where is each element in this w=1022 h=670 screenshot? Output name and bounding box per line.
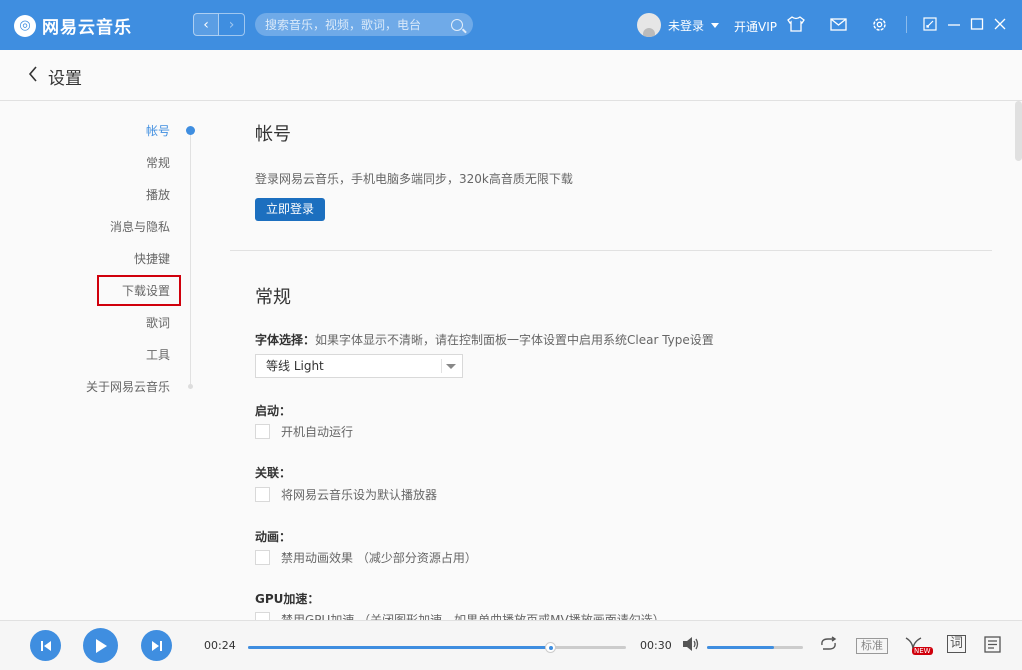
playlist-icon[interactable] — [984, 636, 1001, 657]
player-bar: 00:24 00:30 标准 NEW 词 — [0, 620, 1022, 670]
sidebar-track — [190, 131, 191, 389]
repeat-icon[interactable] — [819, 636, 838, 656]
mini-mode-icon[interactable] — [921, 15, 939, 33]
next-track-icon — [151, 640, 162, 651]
history-nav: ‹ › — [193, 13, 245, 36]
close-icon[interactable] — [991, 15, 1009, 33]
disable-animation-checkbox[interactable] — [255, 550, 270, 565]
gpu-label: GPU加速： — [255, 592, 320, 606]
settings-sidebar: 帐号 常规 播放 消息与隐私 快捷键 下载设置 歌词 工具 关于网易云音乐 — [0, 101, 200, 620]
mail-icon[interactable] — [829, 15, 847, 33]
animation-option-label[interactable]: 禁用动画效果 （减少部分资源占用） — [281, 549, 477, 566]
back-arrow-icon[interactable] — [28, 66, 38, 87]
sidebar-item-playback[interactable]: 播放 — [10, 186, 170, 204]
chevron-right-icon: › — [228, 16, 235, 33]
gpu-option-label[interactable]: 禁用GPU加速 （关闭图形加速，如果单曲播放页或MV播放画面请勾选） — [281, 611, 665, 620]
animation-label: 动画： — [255, 530, 292, 544]
font-label: 字体选择： — [255, 333, 316, 347]
settings-icon[interactable] — [870, 15, 888, 33]
forward-nav-button[interactable]: › — [219, 13, 245, 36]
progress-bar[interactable] — [248, 642, 626, 653]
lyrics-button[interactable]: 词 — [947, 635, 967, 653]
startup-option-label[interactable]: 开机自动运行 — [281, 423, 353, 440]
highlight-box — [97, 275, 181, 306]
startup-option[interactable]: 开机自动运行 — [255, 423, 353, 440]
settings-content: 帐号 登录网易云音乐，手机电脑多端同步，320k高音质无限下载 立即登录 常规 … — [230, 101, 1012, 620]
disable-gpu-checkbox[interactable] — [255, 612, 270, 620]
end-indicator-dot — [188, 384, 193, 389]
back-nav-button[interactable]: ‹ — [193, 13, 219, 36]
search-icon[interactable] — [451, 18, 463, 31]
active-indicator-dot — [186, 126, 195, 135]
volume-icon[interactable] — [682, 636, 700, 656]
quality-badge[interactable]: 标准 — [856, 638, 888, 654]
association-label: 关联： — [255, 466, 292, 480]
default-player-checkbox[interactable] — [255, 487, 270, 502]
font-hint: 如果字体显示不清晰，请在控制面板一字体设置中启用系统Clear Type设置 — [315, 333, 714, 347]
volume-slider[interactable] — [707, 646, 803, 649]
content-scrollbar[interactable] — [1013, 101, 1022, 620]
netease-logo-icon: ◎ — [14, 14, 36, 37]
chevron-down-icon — [446, 364, 456, 369]
sidebar-item-account[interactable]: 帐号 — [10, 122, 170, 140]
account-description: 登录网易云音乐，手机电脑多端同步，320k高音质无限下载 — [255, 172, 573, 186]
sidebar-item-tools[interactable]: 工具 — [10, 346, 170, 364]
general-section-title: 常规 — [255, 287, 291, 308]
search-box[interactable] — [255, 13, 473, 36]
skin-icon[interactable] — [787, 15, 805, 33]
account-section-title: 帐号 — [255, 124, 291, 145]
search-input[interactable] — [265, 17, 451, 32]
vip-link[interactable]: 开通VIP — [734, 18, 777, 35]
startup-checkbox[interactable] — [255, 424, 270, 439]
font-setting-label: 字体选择：如果字体显示不清晰，请在控制面板一字体设置中启用系统Clear Typ… — [255, 331, 714, 348]
settings-header: 设置 — [0, 50, 1022, 101]
previous-track-icon — [40, 640, 51, 651]
startup-label: 启动： — [255, 404, 292, 418]
current-time: 00:24 — [204, 639, 236, 652]
font-select[interactable]: 等线 Light — [255, 354, 463, 378]
next-button[interactable] — [141, 630, 172, 661]
sidebar-item-privacy[interactable]: 消息与隐私 — [10, 218, 170, 236]
play-icon — [95, 638, 107, 653]
app-logo[interactable]: ◎ 网易云音乐 — [14, 13, 132, 38]
animation-option[interactable]: 禁用动画效果 （减少部分资源占用） — [255, 549, 477, 566]
progress-fill — [248, 646, 551, 649]
chevron-down-icon[interactable] — [711, 22, 720, 28]
previous-button[interactable] — [30, 630, 61, 661]
progress-knob[interactable] — [545, 642, 557, 653]
login-button[interactable]: 立即登录 — [255, 198, 325, 221]
app-name: 网易云音乐 — [42, 18, 132, 38]
maximize-icon[interactable] — [968, 15, 986, 33]
association-option-label[interactable]: 将网易云音乐设为默认播放器 — [281, 486, 437, 503]
page-title: 设置 — [48, 69, 82, 89]
sidebar-item-general[interactable]: 常规 — [10, 154, 170, 172]
volume-fill — [707, 646, 775, 649]
scrollbar-thumb[interactable] — [1015, 101, 1022, 161]
play-button[interactable] — [83, 628, 118, 663]
user-name[interactable]: 未登录 — [668, 17, 704, 34]
sidebar-item-lyrics[interactable]: 歌词 — [10, 314, 170, 332]
sidebar-item-about[interactable]: 关于网易云音乐 — [10, 378, 170, 396]
avatar[interactable] — [637, 13, 661, 37]
sidebar-item-shortcuts[interactable]: 快捷键 — [10, 250, 170, 268]
section-divider — [230, 250, 992, 251]
title-bar: ◎ 网易云音乐 ‹ › 未登录 开通VIP — [0, 0, 1022, 50]
new-badge: NEW — [912, 647, 933, 655]
font-select-value: 等线 Light — [266, 359, 324, 373]
minimize-icon[interactable] — [945, 15, 963, 33]
total-time: 00:30 — [640, 639, 672, 652]
chevron-left-icon: ‹ — [203, 16, 209, 33]
user-menu[interactable]: 未登录 — [637, 13, 720, 37]
toolbar-divider — [906, 16, 907, 33]
association-option[interactable]: 将网易云音乐设为默认播放器 — [255, 486, 437, 503]
gpu-option[interactable]: 禁用GPU加速 （关闭图形加速，如果单曲播放页或MV播放画面请勾选） — [255, 611, 665, 620]
